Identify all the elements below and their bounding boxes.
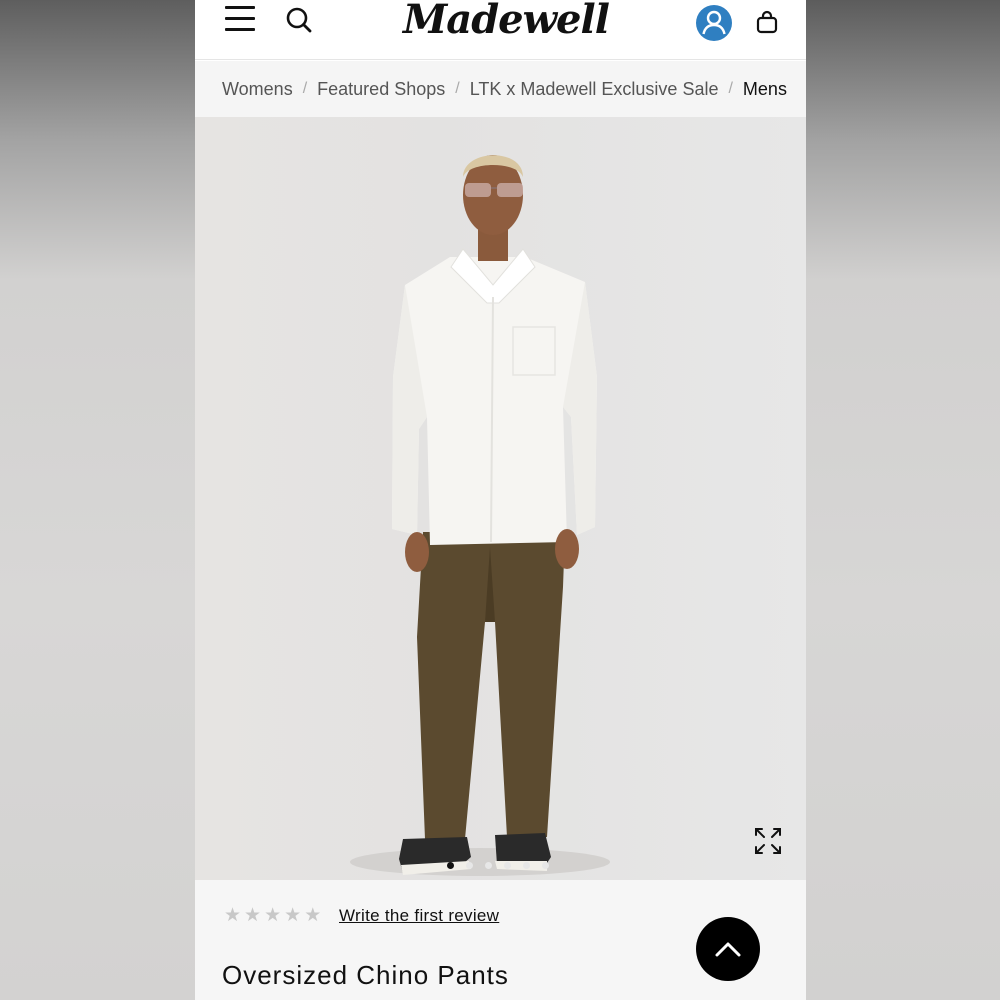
account-icon[interactable]	[695, 4, 733, 42]
gallery-dot[interactable]	[523, 862, 530, 869]
product-title: Oversized Chino Pants	[222, 960, 509, 990]
star-icon: ★	[284, 904, 302, 926]
scroll-to-top-button[interactable]	[696, 917, 760, 981]
gallery-dot[interactable]	[485, 862, 492, 869]
star-icon: ★	[244, 904, 262, 926]
gallery-dot[interactable]	[447, 862, 454, 869]
product-image-gallery[interactable]	[195, 117, 806, 880]
gallery-pagination	[447, 862, 549, 869]
breadcrumb: Womens / Featured Shops / LTK x Madewell…	[195, 61, 806, 117]
search-icon[interactable]	[285, 6, 313, 34]
breadcrumb-womens[interactable]: Womens	[222, 79, 293, 100]
background-left	[0, 0, 195, 1000]
expand-icon[interactable]	[753, 826, 783, 856]
mobile-page: Madewell Womens / Featured Shops / LTK x…	[195, 0, 806, 1000]
write-review-link[interactable]: Write the first review	[339, 906, 499, 926]
breadcrumb-mens[interactable]: Mens	[743, 79, 787, 100]
gallery-dot[interactable]	[466, 862, 473, 869]
chevron-up-icon	[715, 942, 741, 957]
star-icon: ★	[224, 904, 242, 926]
product-info: ★ ★ ★ ★ ★ Write the first review Oversiz…	[195, 880, 806, 1000]
site-header: Madewell	[195, 0, 806, 60]
background-right	[806, 0, 1000, 1000]
breadcrumb-separator: /	[728, 80, 733, 97]
breadcrumb-ltk-sale[interactable]: LTK x Madewell Exclusive Sale	[470, 79, 719, 100]
rating-stars[interactable]: ★ ★ ★ ★ ★	[224, 906, 321, 925]
menu-icon[interactable]	[225, 6, 255, 32]
brand-logo[interactable]: Madewell	[403, 0, 610, 43]
breadcrumb-separator: /	[455, 80, 460, 97]
product-photo	[350, 155, 610, 876]
gallery-dot[interactable]	[542, 862, 549, 869]
breadcrumb-separator: /	[302, 80, 308, 97]
breadcrumb-featured-shops[interactable]: Featured Shops	[317, 79, 445, 100]
star-icon: ★	[304, 904, 322, 926]
star-icon: ★	[264, 904, 282, 926]
gallery-dot[interactable]	[504, 862, 511, 869]
bag-icon[interactable]	[756, 10, 778, 34]
